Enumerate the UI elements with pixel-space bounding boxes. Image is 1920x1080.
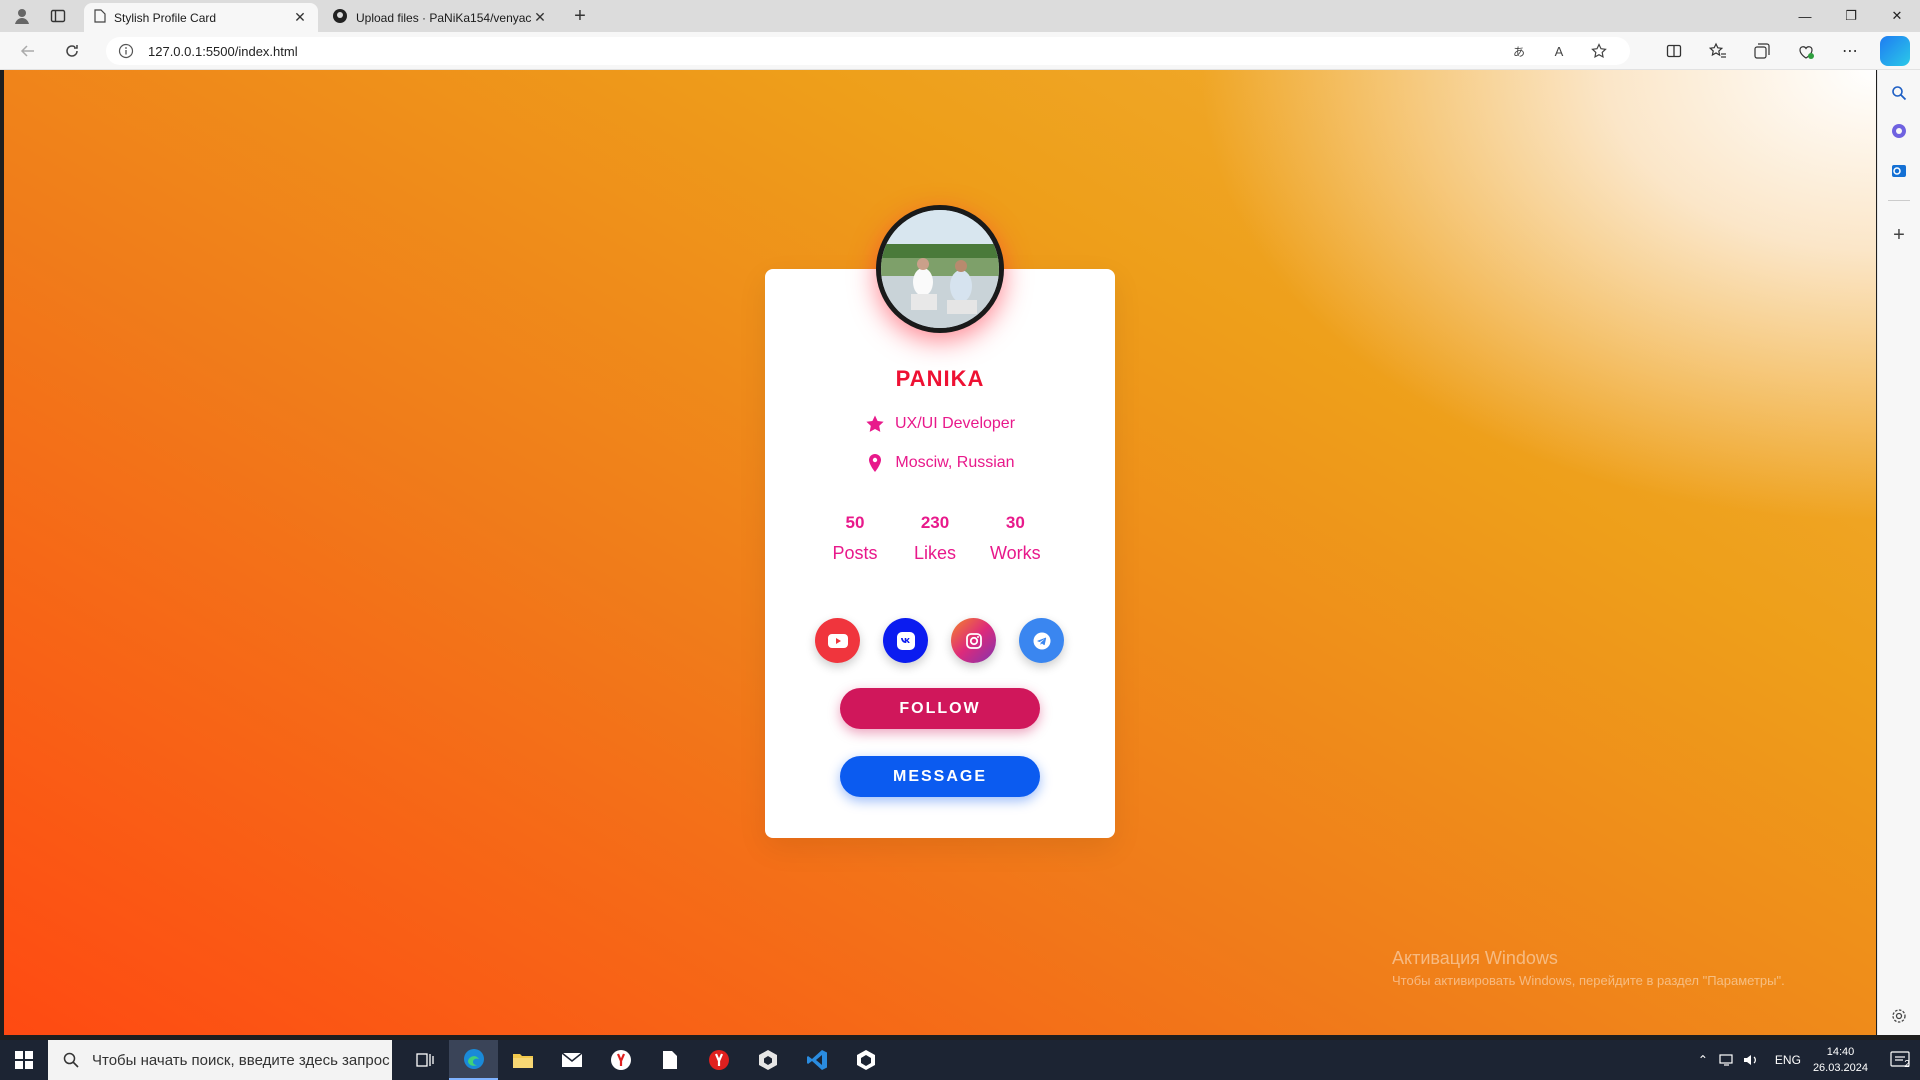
stat-label: Works <box>990 543 1041 563</box>
location-pin-icon <box>865 453 885 473</box>
telegram-icon[interactable] <box>1019 618 1064 663</box>
system-tray: ⌃ ENG 14:40 26.03.2024 2 <box>1691 1040 1920 1080</box>
mail-icon[interactable] <box>547 1040 596 1080</box>
close-window-icon[interactable]: ✕ <box>1874 0 1920 32</box>
profile-name: PANIKA <box>895 366 985 391</box>
edge-sidebar: + <box>1877 70 1920 1035</box>
volume-icon[interactable] <box>1739 1053 1763 1067</box>
address-actions: あ A <box>1508 42 1610 60</box>
close-tab-icon[interactable]: ✕ <box>532 9 548 26</box>
favorites-icon[interactable] <box>1706 39 1730 63</box>
tab-upload-files[interactable]: Upload files · PaNiKa154/venyach ✕ <box>322 3 558 32</box>
profile-role: UX/UI Developer <box>894 415 1016 432</box>
address-bar[interactable]: 127.0.0.1:5500/index.html あ A <box>106 37 1630 65</box>
add-sidebar-app-icon[interactable]: + <box>1888 224 1910 246</box>
file-explorer-icon[interactable] <box>498 1040 547 1080</box>
profile-role-row: UX/UI Developer <box>765 414 1115 434</box>
file-icon[interactable] <box>645 1040 694 1080</box>
tab-actions-icon[interactable] <box>44 3 72 29</box>
edge-taskbar-icon[interactable] <box>449 1040 498 1080</box>
vk-icon[interactable] <box>883 618 928 663</box>
stat-likes: 230 Likes <box>910 513 960 564</box>
unity-hub-icon[interactable] <box>743 1040 792 1080</box>
close-tab-icon[interactable]: ✕ <box>292 9 308 26</box>
profile-stats: 50 Posts 230 Likes 30 Works <box>830 513 1041 564</box>
browser-toolbar: 127.0.0.1:5500/index.html あ A ⋯ <box>0 32 1920 70</box>
stat-value: 230 <box>920 513 950 532</box>
watermark-subtitle: Чтобы активировать Windows, перейдите в … <box>1392 973 1785 988</box>
new-tab-button[interactable]: + <box>568 5 592 29</box>
tab-strip: Stylish Profile Card ✕ Upload files · Pa… <box>0 0 1920 32</box>
clock-date: 26.03.2024 <box>1812 1062 1868 1074</box>
url-text: 127.0.0.1:5500/index.html <box>148 43 298 59</box>
profile-location: Mosciw, Russian <box>895 454 1015 471</box>
back-icon[interactable] <box>14 39 42 63</box>
windows-taskbar: Чтобы начать поиск, введите здесь запрос <box>0 1040 1920 1080</box>
toolbar-actions: ⋯ <box>1662 39 1862 63</box>
search-icon <box>62 1051 80 1069</box>
page-icon <box>94 9 106 26</box>
stat-value: 50 <box>845 513 865 532</box>
profile-icon[interactable] <box>8 3 36 29</box>
message-button[interactable]: MESSAGE <box>840 756 1040 797</box>
stat-value: 30 <box>1005 513 1025 532</box>
stat-posts: 50 Posts <box>830 513 880 564</box>
instagram-icon[interactable] <box>951 618 996 663</box>
sidebar-settings-icon[interactable] <box>1888 1005 1910 1027</box>
read-aloud-icon[interactable]: A <box>1548 42 1570 60</box>
office-icon[interactable] <box>1888 120 1910 142</box>
restore-icon[interactable]: ❐ <box>1828 0 1874 32</box>
notification-count: 2 <box>1904 1059 1910 1070</box>
window-controls: — ❐ ✕ <box>1782 0 1920 32</box>
minimize-icon[interactable]: — <box>1782 0 1828 32</box>
tab-title: Upload files · PaNiKa154/venyach <box>356 10 532 25</box>
network-icon[interactable] <box>1715 1053 1739 1067</box>
tab-stylish-profile-card[interactable]: Stylish Profile Card ✕ <box>84 3 318 32</box>
stat-works: 30 Works <box>990 513 1041 564</box>
github-icon <box>332 8 348 27</box>
watermark-title: Активация Windows <box>1392 948 1558 968</box>
clock[interactable]: 14:40 26.03.2024 <box>1813 1044 1868 1076</box>
stat-label: Likes <box>913 543 957 563</box>
stat-label: Posts <box>832 543 878 563</box>
sidebar-divider <box>1888 200 1910 201</box>
vscode-icon[interactable] <box>792 1040 841 1080</box>
tab-title: Stylish Profile Card <box>114 10 217 25</box>
profile-avatar <box>876 205 1004 333</box>
notifications-icon[interactable]: 2 <box>1880 1051 1920 1070</box>
youtube-icon[interactable] <box>815 618 860 663</box>
task-view-icon[interactable] <box>400 1040 449 1080</box>
outlook-icon[interactable] <box>1888 160 1910 182</box>
translate-icon[interactable]: あ <box>1508 42 1530 60</box>
profile-location-row: Mosciw, Russian <box>765 453 1115 473</box>
tabstrip-controls <box>8 3 72 29</box>
input-language[interactable]: ENG <box>1775 1053 1801 1067</box>
start-button[interactable] <box>0 1040 48 1080</box>
split-screen-icon[interactable] <box>1662 39 1686 63</box>
taskbar-search[interactable]: Чтобы начать поиск, введите здесь запрос <box>48 1040 392 1080</box>
chevron-up-icon[interactable]: ⌃ <box>1691 1053 1715 1067</box>
clock-time: 14:40 <box>1826 1046 1855 1058</box>
unity-icon[interactable] <box>841 1040 890 1080</box>
social-links <box>815 618 1064 663</box>
more-menu-icon[interactable]: ⋯ <box>1838 39 1862 63</box>
windows-activation-watermark: Активация Windows Чтобы активировать Win… <box>1392 948 1785 988</box>
search-placeholder: Чтобы начать поиск, введите здесь запрос <box>92 1051 390 1069</box>
taskbar-apps <box>400 1040 890 1080</box>
follow-button[interactable]: FOLLOW <box>840 688 1040 729</box>
yandex-icon[interactable] <box>694 1040 743 1080</box>
star-icon <box>865 414 885 434</box>
refresh-icon[interactable] <box>58 39 86 63</box>
copilot-icon[interactable] <box>1880 36 1910 66</box>
site-info-icon[interactable] <box>118 43 134 59</box>
search-icon[interactable] <box>1888 82 1910 104</box>
yandex-browser-icon[interactable] <box>596 1040 645 1080</box>
browser-essentials-icon[interactable] <box>1794 39 1818 63</box>
collections-icon[interactable] <box>1750 39 1774 63</box>
favorite-star-icon[interactable] <box>1588 42 1610 60</box>
